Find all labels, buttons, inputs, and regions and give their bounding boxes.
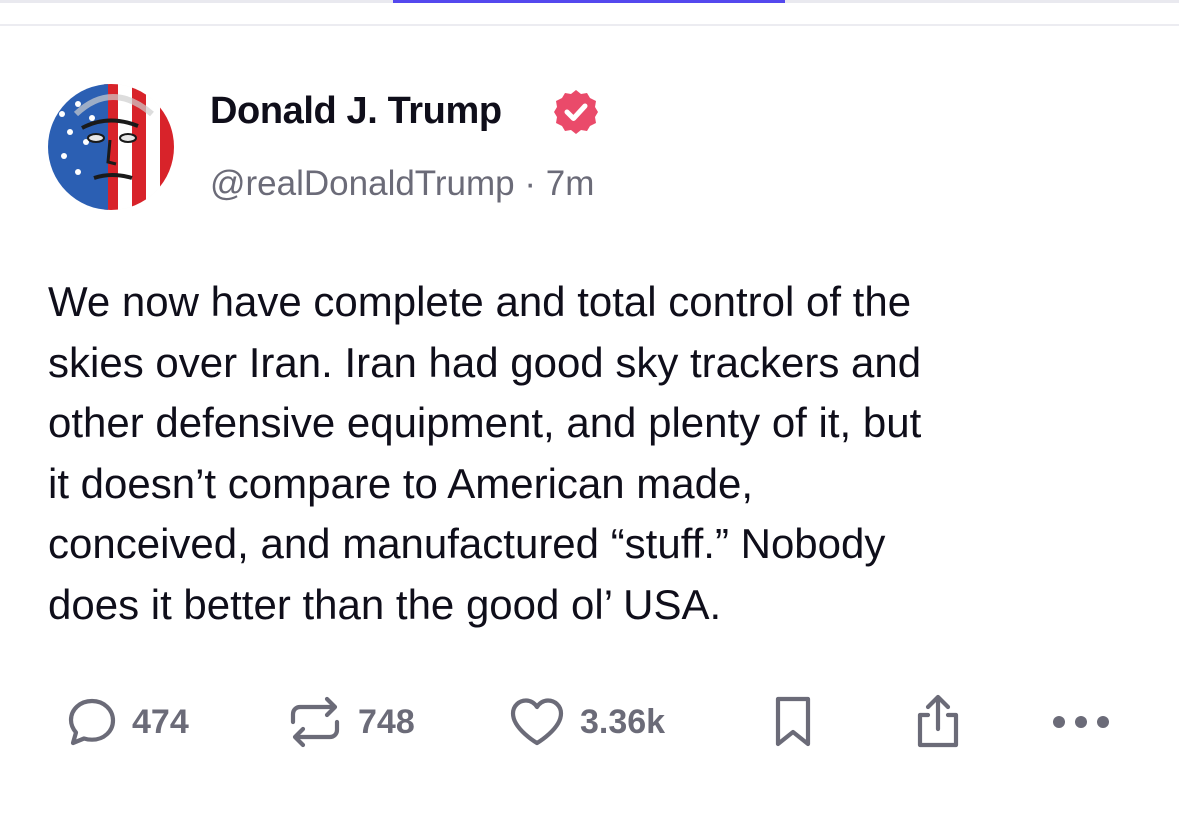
share-button[interactable] — [910, 694, 966, 750]
bookmark-button[interactable] — [770, 694, 816, 750]
verified-badge-icon — [552, 88, 600, 136]
like-button[interactable]: 3.36k — [508, 694, 665, 750]
reply-button[interactable]: 474 — [66, 694, 189, 750]
ellipsis-icon — [1053, 716, 1109, 728]
avatar[interactable] — [48, 84, 174, 210]
retruth-count: 748 — [358, 702, 415, 741]
divider — [0, 24, 1179, 26]
retruth-button[interactable]: 748 — [286, 694, 415, 750]
repost-arrows-icon — [290, 696, 340, 748]
heart-icon — [510, 698, 564, 746]
author-handle-line: @realDonaldTrump · 7m — [210, 164, 594, 204]
post-timestamp[interactable]: 7m — [546, 164, 595, 203]
share-icon — [917, 694, 959, 748]
bookmark-icon — [775, 696, 811, 747]
speech-bubble-icon — [68, 698, 116, 746]
author-handle[interactable]: @realDonaldTrump — [210, 164, 515, 203]
reply-count: 474 — [132, 702, 189, 741]
flag-face-avatar-icon — [48, 84, 174, 210]
post-body-text: We now have complete and total control o… — [48, 278, 922, 628]
author-display-name[interactable]: Donald J. Trump — [210, 90, 502, 133]
like-count: 3.36k — [580, 702, 666, 741]
active-tab-indicator — [393, 0, 785, 3]
more-options-button[interactable] — [1050, 694, 1112, 750]
separator-dot: · — [524, 164, 537, 203]
